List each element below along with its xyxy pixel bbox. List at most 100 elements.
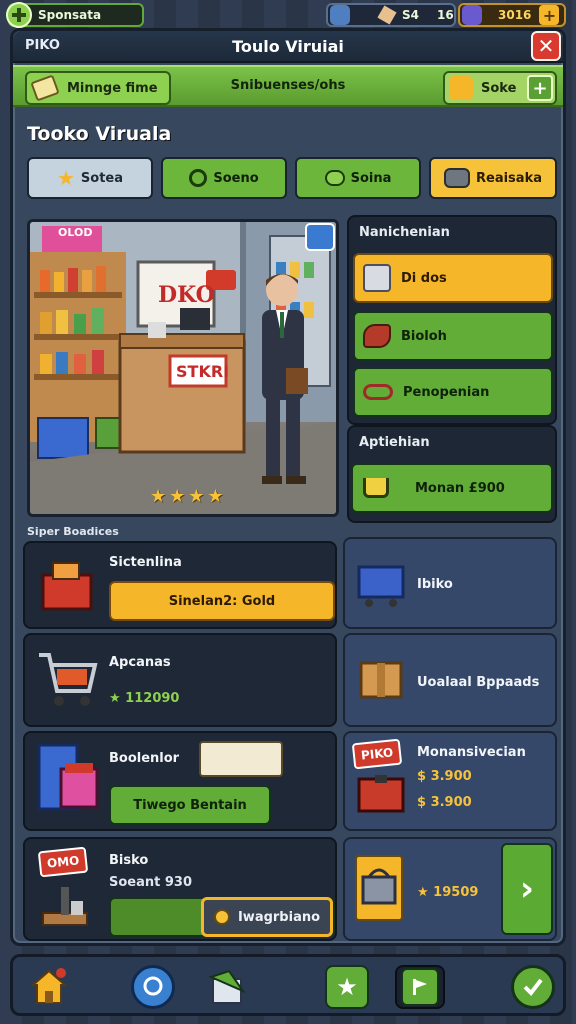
time-button[interactable]: Minnge fime	[25, 71, 171, 105]
buy-button[interactable]: Monan £900	[351, 463, 553, 513]
plus-button[interactable]: +	[527, 75, 553, 101]
gold-button-label: Sinelan2: Gold	[168, 593, 276, 609]
omo-badge: OMO	[37, 846, 89, 878]
robot-icon	[444, 168, 470, 188]
star-icon: ★	[336, 973, 358, 1001]
item-card[interactable]: Apcanas ★ 112090	[23, 633, 337, 727]
option-label: Bioloh	[401, 328, 447, 344]
puzzle-icon	[449, 76, 473, 100]
item-card[interactable]: PIKO Monansivecian $ 3.900 $ 3.900	[343, 731, 557, 831]
search-button[interactable]	[131, 965, 175, 1009]
stand-icon	[41, 883, 91, 927]
sub-title: Siper Boadices	[27, 525, 119, 538]
option-label: Penopenian	[403, 384, 490, 400]
basket-gold-icon	[355, 855, 403, 921]
options-panel: Nanichenian Di dos Bioloh Penopenian	[347, 215, 557, 425]
machine-icon	[35, 739, 101, 815]
option-penopenian[interactable]: Penopenian	[353, 367, 553, 417]
parcel-icon	[357, 653, 407, 703]
mail-button[interactable]	[205, 965, 249, 1009]
stat-b: 16	[437, 8, 454, 22]
plus-icon	[6, 2, 32, 28]
close-icon: ✕	[537, 34, 555, 58]
gem-icon	[462, 5, 482, 25]
green-action-button[interactable]: Tiwego Bentain	[109, 785, 271, 825]
item-name: Apcanas	[109, 655, 171, 670]
piko-badge: PIKO	[351, 738, 403, 770]
item-card[interactable]: OMO Bisko Soeant 930 Iwagrbiano	[23, 837, 337, 941]
tab-reaisaka[interactable]: Reaisaka	[429, 157, 557, 199]
tab-label: Soina	[350, 170, 392, 186]
tab-sotea[interactable]: ★ Sotea	[27, 157, 153, 199]
player-pill[interactable]: Sponsata	[6, 2, 144, 28]
parts-icon	[199, 741, 283, 777]
item-name: Ibiko	[417, 577, 453, 592]
flag-icon	[413, 979, 427, 995]
upgrade-label: Iwagrbiano	[237, 909, 321, 925]
star-icon: ★	[188, 486, 208, 507]
favorites-button[interactable]: ★	[325, 965, 369, 1009]
check-icon	[523, 978, 543, 997]
star-icon: ★	[56, 166, 75, 190]
add-gold-icon[interactable]: +	[539, 5, 560, 25]
item-card[interactable]: Ibiko	[343, 537, 557, 629]
home-button[interactable]	[27, 965, 71, 1009]
item-name: Uoalaal Bppaads	[417, 675, 540, 690]
star-icon: ★	[207, 486, 227, 507]
item-subtext: Soeant 930	[109, 875, 193, 890]
rating-stars: ★★★★	[150, 486, 227, 507]
item-name: Monansivecian	[417, 745, 526, 760]
option-bioloh[interactable]: Bioloh	[353, 311, 553, 361]
counter-text: STKRI	[176, 362, 230, 381]
cart-icon	[35, 647, 99, 711]
tab-soina[interactable]: Soina	[295, 157, 421, 199]
home-icon	[30, 968, 68, 1004]
close-button[interactable]: ✕	[531, 31, 561, 61]
item-name: Boolenlor	[109, 751, 180, 766]
wood-icon	[377, 5, 397, 25]
upgrade-button[interactable]: Iwagrbiano	[201, 897, 333, 937]
player-label: Sponsata	[38, 8, 102, 22]
play-button[interactable]	[401, 968, 439, 1006]
play-button-frame	[395, 965, 445, 1009]
next-arrow-button[interactable]: ›	[501, 843, 553, 935]
box-icon	[363, 264, 391, 292]
gold-pill[interactable]: 3016 +	[458, 3, 566, 27]
tab-label: Soeno	[213, 170, 259, 186]
confirm-button[interactable]	[511, 965, 555, 1009]
screen-icon	[330, 5, 350, 25]
option-label: Di dos	[401, 270, 447, 286]
coin-icon	[213, 909, 230, 925]
window-title: Toulo Viruiai	[232, 37, 344, 56]
item-card[interactable]: Sictenlina Sinelan2: Gold	[23, 541, 337, 629]
shop-preview: OLOD DKO STKRI ★★★★	[27, 219, 339, 517]
glasses-icon	[363, 384, 393, 400]
item-card[interactable]: Uoalaal Bppaads	[343, 633, 557, 727]
shop-window: PIKO Toulo Viruiai ✕ Minnge fime Snibuen…	[10, 28, 566, 946]
sign-text: DKO	[158, 282, 215, 308]
soke-label: Soke	[481, 80, 517, 96]
mail-icon	[208, 969, 246, 1004]
tab-soeno[interactable]: Soeno	[161, 157, 287, 199]
window-titlebar: PIKO Toulo Viruiai ✕	[13, 31, 563, 63]
toolbar-center-text: Snibuenses/ohs	[230, 78, 346, 93]
basket-red-icon	[39, 557, 95, 615]
item-card[interactable]: Boolenlor Tiwego Bentain	[23, 731, 337, 831]
stat-a: S4	[402, 8, 419, 22]
bottom-navbar: ★	[10, 954, 566, 1016]
stats-pill: S4 16	[326, 3, 456, 27]
green-toolbar: Minnge fime Snibuenses/ohs Soke +	[13, 65, 563, 107]
purchase-header: Aptiehian	[359, 435, 430, 450]
red-box-icon	[357, 773, 405, 817]
buy-label: Monan £900	[415, 480, 505, 496]
item-price: ★ 112090	[109, 691, 180, 706]
option-dios[interactable]: Di dos	[353, 253, 553, 303]
tab-label: Reaisaka	[476, 170, 542, 186]
soke-button[interactable]: Soke +	[443, 71, 557, 105]
item-price: ★ 19509	[417, 885, 479, 900]
item-price: $ 3.900	[417, 769, 472, 784]
status-bar: Sponsata S4 16 3016 +	[0, 0, 576, 30]
meat-icon	[363, 324, 391, 348]
item-card[interactable]: ★ 19509 ›	[343, 837, 557, 941]
gold-button[interactable]: Sinelan2: Gold	[109, 581, 335, 621]
